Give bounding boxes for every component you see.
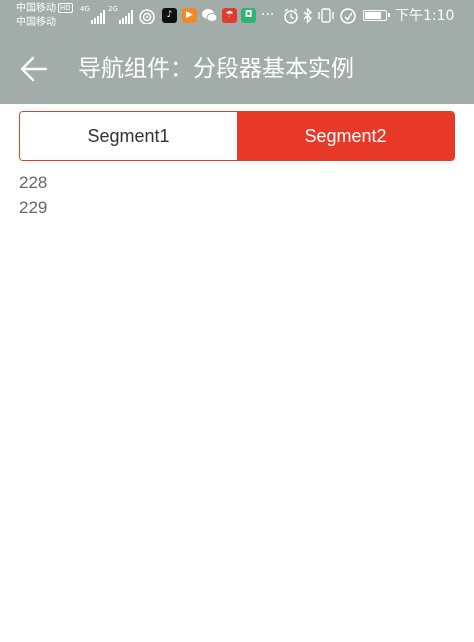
back-button[interactable]	[18, 54, 50, 84]
arrow-left-icon	[20, 56, 48, 82]
carrier-name: 中国移动	[16, 3, 56, 14]
alarm-icon	[284, 8, 298, 24]
segment-1[interactable]: Segment1	[20, 112, 237, 160]
hd-voice-badge: HD	[58, 3, 73, 13]
content-list: 228 229	[19, 170, 47, 220]
cellular-signal-1-icon: 4G	[80, 6, 105, 24]
more-notifications-indicator: ···	[261, 7, 275, 23]
data-saver-icon	[340, 8, 356, 24]
list-item: 228	[19, 173, 48, 192]
segmented-control: Segment1 Segment2	[19, 111, 455, 161]
hotspot-icon	[139, 9, 155, 24]
wechat-icon	[202, 9, 218, 22]
status-bar: 中国移动 HD 中国移动 4G 2G ♪ ▶ ☂ ◘ ··· 下午1:10	[0, 0, 474, 34]
vibrate-icon	[318, 8, 334, 23]
status-time: 下午1:10	[395, 8, 455, 24]
green-app-icon: ◘	[241, 8, 256, 23]
page-title: 导航组件：分段器基本实例	[78, 56, 354, 82]
video-play-icon: ▶	[182, 8, 197, 23]
cellular-signal-2-icon: 2G	[108, 6, 133, 24]
list-item: 229	[19, 198, 48, 217]
network-type-label: 2G	[108, 5, 118, 13]
network-type-label: 4G	[80, 5, 90, 13]
carrier-label-secondary: 中国移动	[16, 17, 56, 28]
battery-icon	[363, 10, 390, 21]
tiktok-icon: ♪	[162, 8, 177, 23]
carrier-label-primary: 中国移动 HD	[16, 3, 73, 14]
bluetooth-icon	[303, 7, 313, 24]
navigation-bar: 导航组件：分段器基本实例	[0, 34, 474, 104]
battery-level-fill	[365, 12, 381, 19]
umbrella-app-icon: ☂	[222, 8, 237, 23]
segment-2[interactable]: Segment2	[237, 112, 454, 160]
